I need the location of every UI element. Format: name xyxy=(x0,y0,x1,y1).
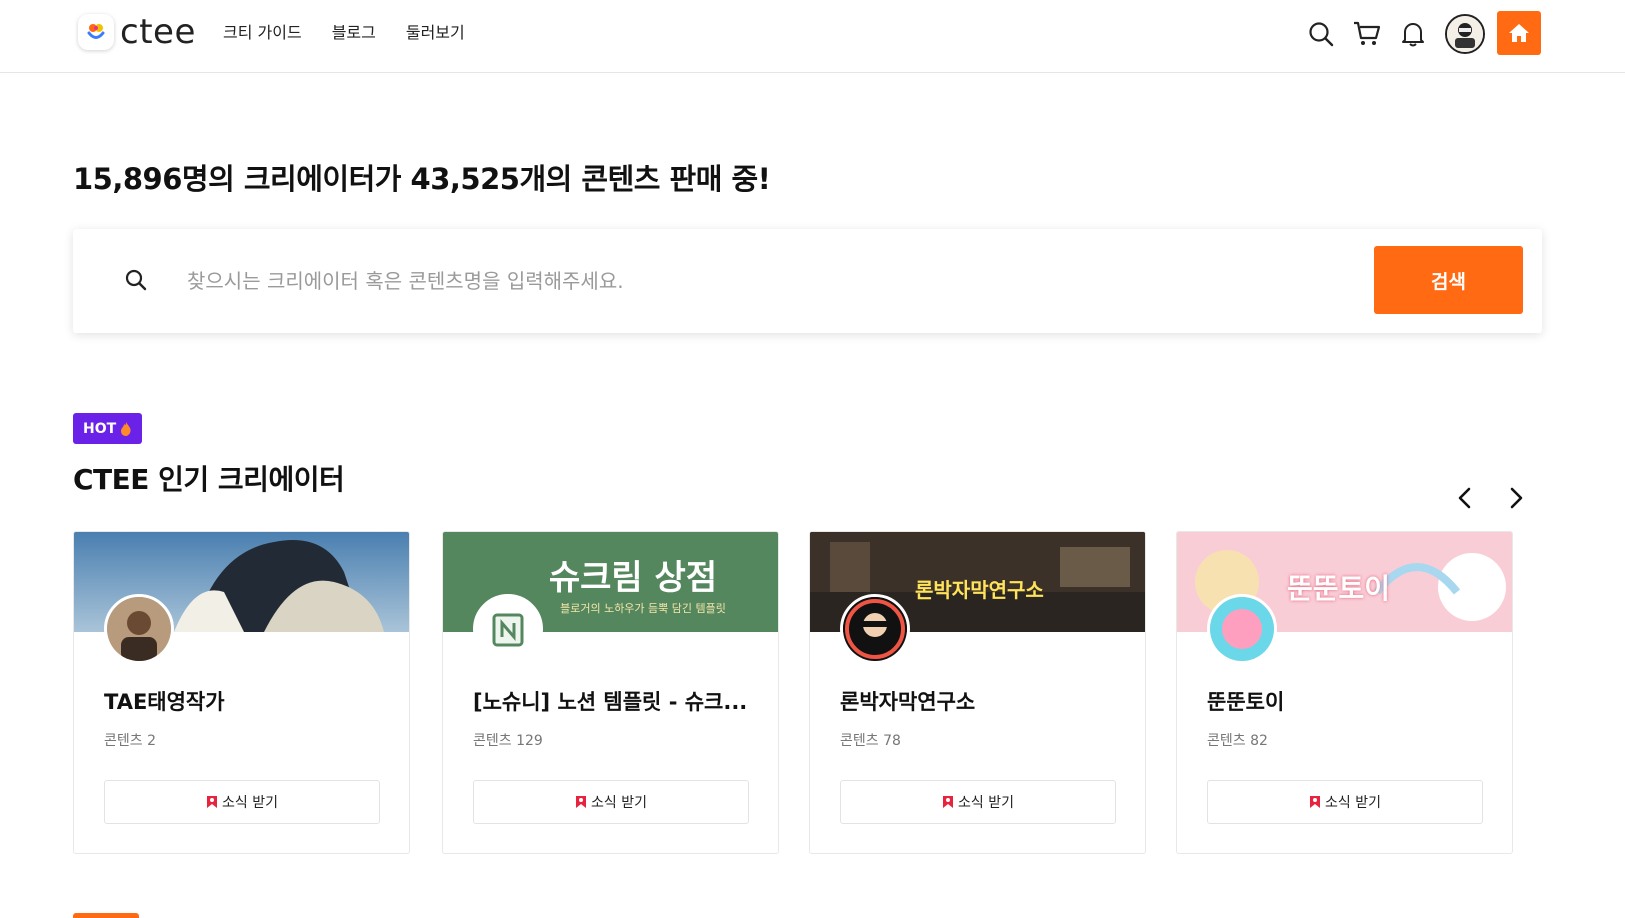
banner-title: 슈크림 상점 xyxy=(548,558,718,598)
creator-name: [노슈니] 노션 템플릿 - 슈크... xyxy=(473,690,748,714)
subscribe-label: 소식 받기 xyxy=(222,795,278,811)
subscribe-label: 소식 받기 xyxy=(591,795,647,811)
subscribe-label: 소식 받기 xyxy=(1325,795,1381,811)
banner-subtitle: 블로거의 노하우가 듬뿍 담긴 템플릿 xyxy=(560,602,726,615)
nav-browse[interactable]: 둘러보기 xyxy=(406,22,465,44)
home-icon xyxy=(1509,24,1529,42)
creator-avatar xyxy=(104,594,174,664)
creator-card[interactable]: 론박자막연구소 론박자막연구소 콘텐츠 78 소식 받기 xyxy=(809,531,1146,854)
subscribe-button[interactable]: 소식 받기 xyxy=(840,780,1116,824)
nav-blog[interactable]: 블로그 xyxy=(332,22,376,44)
bell-icon[interactable] xyxy=(1399,20,1427,48)
header-actions xyxy=(1307,14,1485,54)
top-header: ctee 크티 가이드 블로그 둘러보기 xyxy=(0,0,1625,73)
creator-name: 뚠뚠토이 xyxy=(1207,690,1285,714)
creator-avatar xyxy=(473,594,543,664)
creator-name: 론박자막연구소 xyxy=(840,690,976,714)
fire-icon xyxy=(121,421,131,436)
hot-badge-label: HOT xyxy=(83,420,117,437)
content-count: 콘텐츠 82 xyxy=(1207,733,1268,749)
creator-card[interactable]: 슈크림 상점 블로거의 노하우가 듬뿍 담긴 템플릿 [노슈니] 노션 템플릿 … xyxy=(442,531,779,854)
user-avatar[interactable] xyxy=(1445,14,1485,54)
bookmark-icon xyxy=(207,796,217,808)
bookmark-icon xyxy=(943,796,953,808)
logo-mark-icon xyxy=(78,14,114,50)
content-count: 콘텐츠 78 xyxy=(840,733,901,749)
bookmark-icon xyxy=(1310,796,1320,808)
subscribe-button[interactable]: 소식 받기 xyxy=(1207,780,1483,824)
content-count: 콘텐츠 2 xyxy=(104,733,156,749)
creator-name: TAE태영작가 xyxy=(104,690,225,714)
logo-text: ctee xyxy=(120,12,196,52)
creator-avatar xyxy=(840,594,910,664)
section-title: CTEE 인기 크리에이터 xyxy=(73,463,345,496)
nav-guide[interactable]: 크티 가이드 xyxy=(223,22,302,44)
creator-card[interactable]: 뚠뚠토이 뚠뚠토이 콘텐츠 82 소식 받기 xyxy=(1176,531,1513,854)
ctee-logo[interactable]: ctee xyxy=(78,14,196,50)
subscribe-button[interactable]: 소식 받기 xyxy=(104,780,380,824)
cart-icon[interactable] xyxy=(1353,20,1381,48)
next-arrow-icon[interactable] xyxy=(1503,484,1531,512)
banner-title: 뚠뚠토이 xyxy=(1287,572,1391,605)
search-icon[interactable] xyxy=(1307,20,1335,48)
search-box: 검색 xyxy=(73,229,1542,333)
hot-badge: HOT xyxy=(73,413,143,444)
subscribe-button[interactable]: 소식 받기 xyxy=(473,780,749,824)
search-button[interactable]: 검색 xyxy=(1374,246,1523,314)
creator-card[interactable]: TAE태영작가 콘텐츠 2 소식 받기 xyxy=(73,531,410,854)
hero-title: 15,896명의 크리에이터가 43,525개의 콘텐츠 판매 중! xyxy=(73,162,771,196)
creator-avatar xyxy=(1207,594,1277,664)
banner-title: 론박자막연구소 xyxy=(915,578,1044,602)
main-nav: 크티 가이드 블로그 둘러보기 xyxy=(223,22,465,44)
home-button[interactable] xyxy=(1497,11,1541,55)
next-section-badge xyxy=(73,913,139,918)
search-input[interactable] xyxy=(187,259,1267,303)
subscribe-label: 소식 받기 xyxy=(958,795,1014,811)
prev-arrow-icon[interactable] xyxy=(1450,484,1478,512)
content-count: 콘텐츠 129 xyxy=(473,733,543,749)
bookmark-icon xyxy=(576,796,586,808)
search-icon xyxy=(125,269,147,295)
